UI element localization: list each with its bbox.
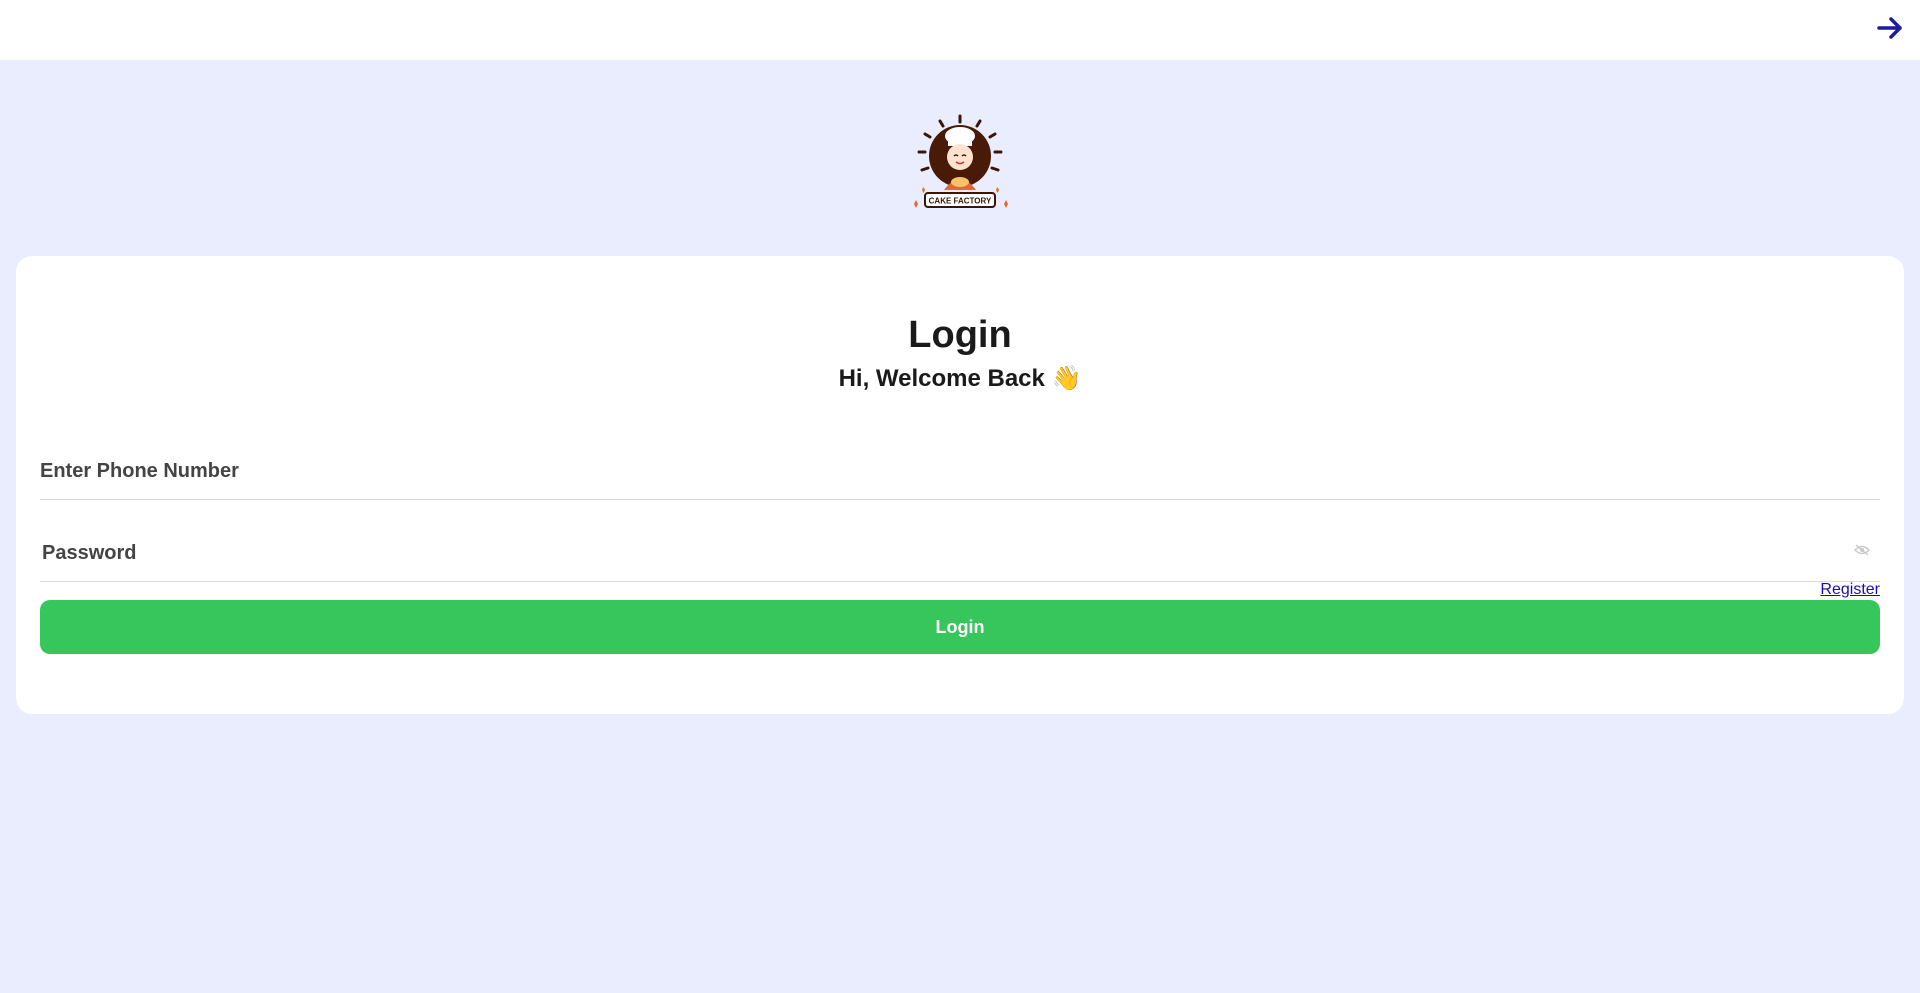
- phone-input[interactable]: [40, 432, 1880, 499]
- cake-factory-logo: CAKE FACTORY: [908, 112, 1012, 218]
- login-card: Login Hi, Welcome Back 👋 Register Login: [16, 256, 1904, 714]
- top-bar: [0, 0, 1920, 60]
- eye-slash-icon[interactable]: [1854, 544, 1870, 556]
- arrow-right-icon[interactable]: [1876, 14, 1904, 42]
- welcome-subtitle: Hi, Welcome Back 👋: [838, 365, 1082, 392]
- login-button[interactable]: Login: [40, 600, 1880, 654]
- register-link[interactable]: Register: [1820, 581, 1880, 599]
- password-field: [40, 514, 1880, 582]
- svg-text:CAKE FACTORY: CAKE FACTORY: [929, 197, 992, 206]
- page-title: Login: [908, 314, 1012, 356]
- phone-field: [40, 432, 1880, 500]
- password-input[interactable]: [40, 514, 1880, 581]
